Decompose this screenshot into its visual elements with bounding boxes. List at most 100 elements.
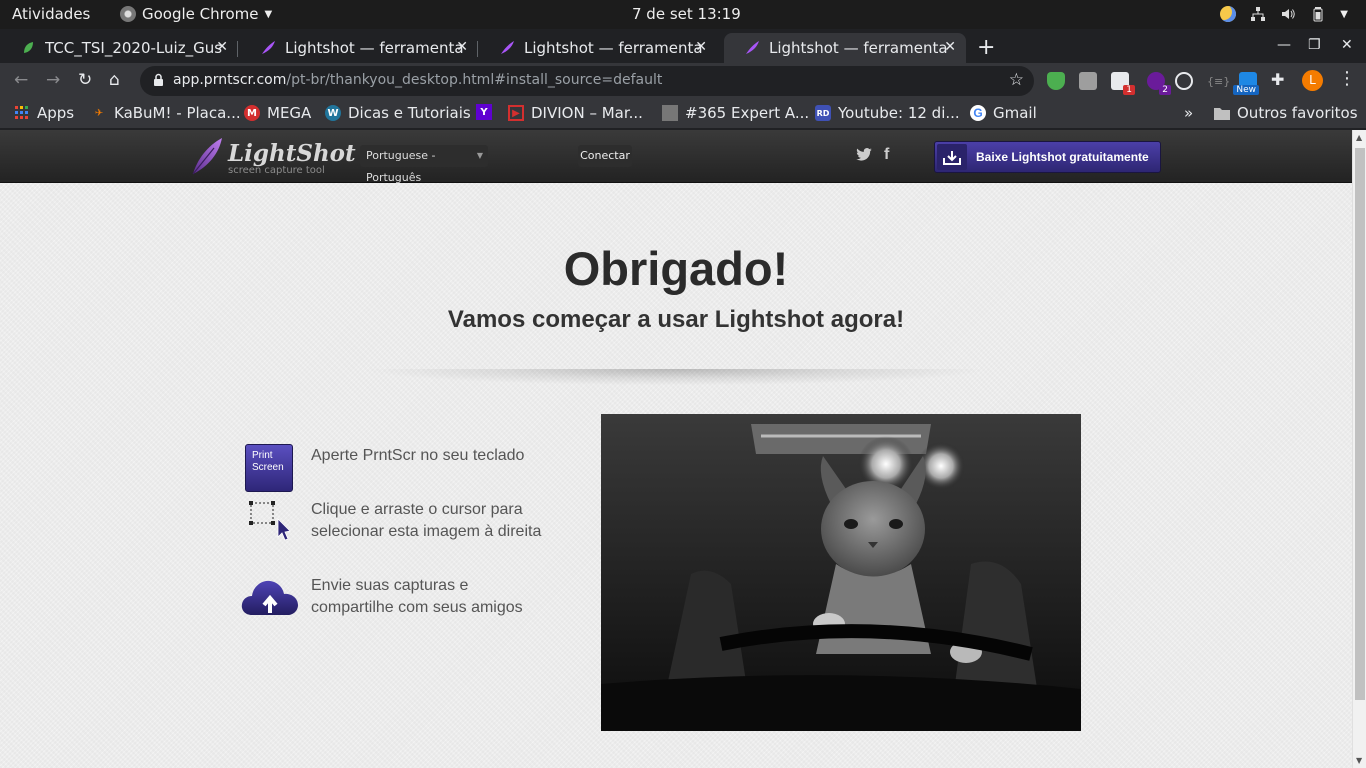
download-icon xyxy=(937,144,967,170)
window-close-button[interactable]: ✕ xyxy=(1341,37,1353,53)
cat-driving-photo[interactable] xyxy=(601,414,1081,731)
profile-avatar[interactable]: L xyxy=(1302,70,1323,91)
more-menu-icon[interactable]: ⋮ xyxy=(1338,68,1356,89)
activities-button[interactable]: Atividades xyxy=(12,5,90,23)
code-extension-icon[interactable]: {≡} xyxy=(1207,75,1230,93)
language-value: Portuguese - Português xyxy=(366,149,436,184)
scrollbar-thumb[interactable] xyxy=(1355,148,1365,700)
bookmark-label: #365 Expert A... xyxy=(685,104,810,122)
address-bar[interactable]: app.prntscr.com/pt-br/thankyou_desktop.h… xyxy=(140,66,1034,96)
scroll-up-arrow-icon[interactable]: ▲ xyxy=(1356,133,1362,142)
bookmark-label: KaBuM! - Placa... xyxy=(114,104,241,122)
puzzle-icon[interactable]: ✚ xyxy=(1271,70,1289,89)
bookmark-youtube[interactable]: RD Youtube: 12 di... xyxy=(815,104,960,122)
close-icon[interactable]: ✕ xyxy=(944,39,956,55)
tab-tcc[interactable]: TCC_TSI_2020-Luiz_Gustavo ✕ xyxy=(0,33,238,63)
url-text[interactable]: app.prntscr.com/pt-br/thankyou_desktop.h… xyxy=(173,72,662,88)
bookmarks-overflow-button[interactable]: » xyxy=(1184,104,1193,122)
minimize-button[interactable]: — xyxy=(1277,37,1291,53)
app-menu[interactable]: Google Chrome ▼ xyxy=(120,5,272,23)
tab-title: TCC_TSI_2020-Luiz_Gustavo xyxy=(45,39,223,57)
image-icon xyxy=(662,105,678,121)
download-button[interactable]: Baixe Lightshot gratuitamente xyxy=(934,141,1161,173)
bookmark-dicas[interactable]: W Dicas e Tutoriais xyxy=(325,104,471,122)
clock[interactable]: 7 de set 13:19 xyxy=(632,5,741,23)
extension-badge: 1 xyxy=(1123,85,1135,95)
brand-tagline: screen capture tool xyxy=(228,165,325,176)
bookmark-divion[interactable]: ▶ DIVION – Mar... xyxy=(508,104,643,122)
extension-icon[interactable]: 2 xyxy=(1147,72,1171,95)
forward-button[interactable]: → xyxy=(46,70,60,90)
folder-icon xyxy=(1214,105,1230,121)
maximize-button[interactable]: ❐ xyxy=(1308,37,1321,53)
language-select[interactable]: Portuguese - Português ▼ xyxy=(360,145,488,184)
print-screen-key-icon: Print Screen xyxy=(245,444,293,492)
extension-badge: 2 xyxy=(1159,85,1171,95)
close-icon[interactable]: ✕ xyxy=(216,39,228,55)
lightshot-logo[interactable]: LightShot screen capture tool xyxy=(190,138,356,176)
feather-icon xyxy=(260,40,276,56)
bookmark-kabum[interactable]: ✈ KaBuM! - Placa... xyxy=(91,104,241,122)
facebook-icon[interactable]: f xyxy=(884,146,889,164)
close-icon[interactable]: ✕ xyxy=(695,39,707,55)
reload-button[interactable]: ↻ xyxy=(78,70,92,90)
chrome-icon xyxy=(120,6,136,22)
tab-lightshot-1[interactable]: Lightshot — ferramenta para ✕ xyxy=(240,33,478,63)
tab-lightshot-active[interactable]: Lightshot — ferramenta para ✕ xyxy=(724,33,966,63)
new-tab-button[interactable]: + xyxy=(977,35,995,60)
bookmark-gmail[interactable]: G Gmail xyxy=(970,104,1037,122)
feather-icon xyxy=(499,40,515,56)
bookmark-365[interactable]: #365 Expert A... xyxy=(662,104,809,122)
other-bookmarks-folder[interactable]: Outros favoritos xyxy=(1214,104,1358,122)
shield-extension-icon[interactable] xyxy=(1047,72,1065,90)
cloud-upload-icon xyxy=(241,580,298,615)
tab-separator xyxy=(477,41,478,57)
tab-title: Lightshot — ferramenta para xyxy=(769,39,947,57)
system-top-bar: Atividades Google Chrome ▼ 7 de set 13:1… xyxy=(0,0,1366,29)
tab-title: Lightshot — ferramenta para xyxy=(524,39,702,57)
brand-name: LightShot xyxy=(228,140,356,167)
key-label: Screen xyxy=(252,462,284,473)
google-icon: G xyxy=(970,105,986,121)
close-icon[interactable]: ✕ xyxy=(456,39,468,55)
tab-title: Lightshot — ferramenta para xyxy=(285,39,463,57)
wordpress-icon: W xyxy=(325,105,341,121)
system-tray[interactable]: ▼ xyxy=(1220,6,1348,22)
bookmark-yahoo[interactable]: Y xyxy=(476,104,492,120)
leaf-icon xyxy=(20,40,36,56)
scroll-down-arrow-icon[interactable]: ▼ xyxy=(1356,756,1362,765)
bookmark-mega[interactable]: M MEGA xyxy=(244,104,311,122)
lock-icon[interactable] xyxy=(153,73,164,87)
page-scrollbar[interactable]: ▲ ▼ xyxy=(1352,130,1366,768)
network-icon xyxy=(1251,7,1266,21)
extension-icon[interactable]: 1 xyxy=(1111,72,1135,95)
feather-icon xyxy=(744,40,760,56)
chevron-down-icon: ▼ xyxy=(1340,8,1348,20)
bookmark-star-icon[interactable]: ☆ xyxy=(1009,70,1024,90)
extension-badge: New xyxy=(1233,85,1259,95)
bookmark-label: MEGA xyxy=(267,104,312,122)
page-viewport: LightShot screen capture tool Portuguese… xyxy=(0,130,1366,768)
chevron-down-icon: ▼ xyxy=(476,151,483,160)
divion-icon: ▶ xyxy=(508,105,524,121)
key-label: Print xyxy=(252,450,273,461)
lightshot-header: LightShot screen capture tool Portuguese… xyxy=(0,130,1352,184)
extension-icon[interactable]: New xyxy=(1233,72,1259,95)
m-extension-icon[interactable] xyxy=(1079,72,1097,90)
tab-lightshot-2[interactable]: Lightshot — ferramenta para ✕ xyxy=(479,33,717,63)
back-button[interactable]: ← xyxy=(14,70,28,90)
home-button[interactable]: ⌂ xyxy=(109,70,120,90)
battery-icon xyxy=(1313,7,1323,22)
volume-icon xyxy=(1282,9,1296,19)
react-extension-icon[interactable] xyxy=(1175,72,1193,90)
twitter-icon[interactable] xyxy=(856,148,872,161)
step-2-text: Clique e arraste o cursor para seleciona… xyxy=(311,501,542,540)
bookmark-label: Outros favoritos xyxy=(1237,104,1358,122)
bookmark-label: Youtube: 12 di... xyxy=(838,104,960,122)
login-button[interactable]: Conectar xyxy=(578,145,632,167)
bookmark-apps[interactable]: Apps xyxy=(14,104,74,122)
tab-separator xyxy=(237,41,238,57)
weather-icon xyxy=(1220,6,1237,22)
shadow-divider xyxy=(370,369,982,385)
bookmark-label: Gmail xyxy=(993,104,1037,122)
